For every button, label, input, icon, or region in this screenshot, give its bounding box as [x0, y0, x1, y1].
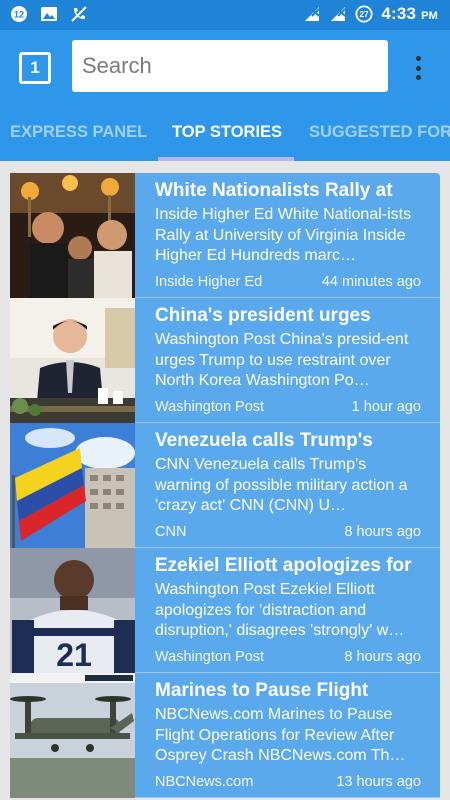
battery-icon: 27	[355, 5, 373, 23]
app-bar: 1	[0, 30, 450, 103]
story-feed[interactable]: White Nationalists Rally at Inside Highe…	[10, 173, 440, 800]
clock-ampm: PM	[421, 10, 438, 22]
story-headline[interactable]: Ezekiel Elliott apologizes for	[155, 554, 421, 578]
story-summary: Inside Higher Ed White National-ists Ral…	[155, 206, 412, 264]
story-body: China's president urges Washington Post …	[155, 304, 421, 392]
story-time: 13 hours ago	[336, 774, 421, 790]
story-body: Venezuela calls Trump's CNN Venezuela ca…	[155, 429, 421, 517]
story-meta: Washington Post 1 hour ago	[155, 399, 421, 415]
story-source: NBCNews.com	[155, 774, 254, 790]
story-meta: CNN 8 hours ago	[155, 524, 421, 540]
image-icon	[40, 5, 58, 23]
battery-percent: 27	[360, 10, 369, 19]
clock-time: 4:33	[381, 4, 417, 23]
notification-count-icon: 12	[10, 5, 28, 23]
story-source: Washington Post	[155, 649, 265, 665]
tab-bar: EXPRESS PANEL TOP STORIES SUGGESTED FOR …	[0, 103, 450, 161]
story-source: Inside Higher Ed	[155, 274, 263, 290]
tab-top-stories[interactable]: TOP STORIES	[172, 103, 282, 161]
story-meta: Inside Higher Ed 44 minutes ago	[155, 274, 421, 290]
signal-off-icon	[303, 5, 321, 23]
story-headline[interactable]: Venezuela calls Trump's	[155, 429, 421, 453]
menu-dot	[415, 75, 421, 80]
menu-dot	[415, 65, 421, 71]
story-source: Washington Post	[155, 399, 265, 415]
story-card[interactable]: 21 Ezekiel Elliott apologizes for Washin…	[10, 548, 440, 673]
story-card[interactable]: China's president urges Washington Post …	[10, 298, 440, 423]
clock: 4:33 PM	[381, 4, 438, 24]
story-thumbnail[interactable]	[10, 673, 135, 798]
story-time: 44 minutes ago	[321, 274, 421, 290]
story-summary: Washington Post China's presid-ent urges…	[155, 331, 409, 389]
story-thumbnail[interactable]	[10, 298, 135, 423]
story-headline[interactable]: China's president urges	[155, 304, 421, 328]
tab-switcher-button[interactable]: 1	[19, 52, 51, 84]
status-bar: 12 27 4:33 PM	[0, 0, 450, 30]
story-card[interactable]: Venezuela calls Trump's CNN Venezuela ca…	[10, 423, 440, 548]
story-meta: NBCNews.com 13 hours ago	[155, 774, 421, 790]
story-headline[interactable]: White Nationalists Rally at	[155, 179, 421, 203]
search-box[interactable]	[72, 40, 388, 92]
story-thumbnail[interactable]	[10, 423, 135, 548]
story-body: White Nationalists Rally at Inside Highe…	[155, 179, 421, 267]
story-time: 8 hours ago	[344, 524, 421, 540]
story-headline[interactable]: Marines to Pause Flight	[155, 679, 421, 703]
phone-muted-icon	[70, 5, 88, 23]
story-time: 8 hours ago	[344, 649, 421, 665]
tab-express-panel[interactable]: EXPRESS PANEL	[10, 103, 147, 161]
notification-badge: 12	[14, 10, 24, 20]
menu-dot	[415, 56, 421, 61]
story-card[interactable]: White Nationalists Rally at Inside Highe…	[10, 173, 440, 298]
story-summary: NBCNews.com Marines to Pause Flight Oper…	[155, 706, 406, 764]
story-body: Ezekiel Elliott apologizes for Washingto…	[155, 554, 421, 642]
story-body: Marines to Pause Flight NBCNews.com Mari…	[155, 679, 421, 767]
story-thumbnail[interactable]	[10, 173, 135, 298]
story-summary: CNN Venezuela calls Trump's warning of p…	[155, 456, 408, 514]
tab-suggested-for-you[interactable]: SUGGESTED FOR YOU	[309, 103, 450, 161]
story-summary: Washington Post Ezekiel Elliott apologiz…	[155, 581, 405, 639]
signal-off-icon-2	[329, 5, 347, 23]
story-meta: Washington Post 8 hours ago	[155, 649, 421, 665]
story-time: 1 hour ago	[351, 399, 421, 415]
story-thumbnail[interactable]: 21	[10, 548, 135, 673]
svg-text:21: 21	[56, 637, 92, 673]
active-tab-indicator	[158, 157, 294, 161]
overflow-menu-icon[interactable]	[408, 54, 428, 82]
story-source: CNN	[155, 524, 187, 540]
search-input[interactable]	[72, 40, 388, 92]
story-card[interactable]: Marines to Pause Flight NBCNews.com Mari…	[10, 673, 440, 798]
